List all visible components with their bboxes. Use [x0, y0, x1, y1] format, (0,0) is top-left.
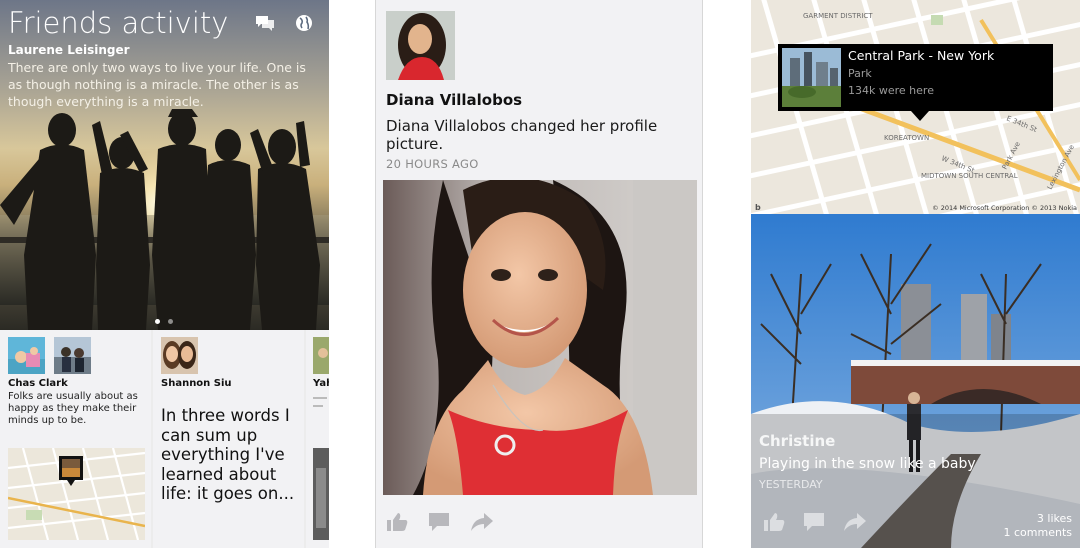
post-actions — [386, 512, 494, 532]
post-text: Diana Villalobos changed her profile pic… — [386, 117, 658, 153]
messages-icon[interactable] — [255, 14, 277, 34]
friend-status: In three words I can sum up everything I… — [161, 406, 295, 503]
comment-icon[interactable] — [428, 512, 450, 532]
checkin-panel: GARMENT DISTRICT KOREATOWN MIDTOWN SOUTH… — [751, 0, 1080, 548]
like-count[interactable]: 3 likes — [1037, 512, 1072, 525]
share-icon[interactable] — [843, 512, 867, 532]
post-text: Playing in the snow like a baby — [759, 456, 976, 472]
friend-name[interactable]: Chas Clark — [8, 378, 68, 389]
page-title: Friends activity — [8, 6, 229, 40]
photo-thumb — [313, 448, 329, 540]
post-actions — [763, 512, 867, 532]
carousel-dot[interactable] — [155, 319, 160, 324]
map-pin-icon[interactable] — [59, 456, 83, 486]
bing-logo: b — [755, 203, 761, 212]
post-author[interactable]: Christine — [759, 432, 835, 450]
place-category: Park — [848, 67, 872, 80]
map-view[interactable]: GARMENT DISTRICT KOREATOWN MIDTOWN SOUTH… — [751, 0, 1080, 214]
post-detail-panel: Diana Villalobos Diana Villalobos change… — [375, 0, 703, 548]
friend-photo-thumb — [54, 337, 91, 374]
post-author[interactable]: Diana Villalobos — [386, 91, 522, 109]
place-title[interactable]: Central Park - New York — [848, 48, 994, 63]
text-lines — [313, 397, 327, 407]
share-icon[interactable] — [470, 512, 494, 532]
map-label-garment-district: GARMENT DISTRICT — [803, 12, 873, 20]
place-checkins: 134k were here — [848, 84, 934, 97]
location-map-thumb[interactable] — [8, 448, 145, 540]
friend-tile[interactable]: Chas Clark Folks are usually about as ha… — [0, 330, 151, 548]
group-photo — [0, 109, 329, 330]
map-label-koreatown: KOREATOWN — [884, 134, 929, 142]
photo-post[interactable]: Christine Playing in the snow like a bab… — [751, 214, 1080, 548]
avatar[interactable] — [386, 11, 455, 80]
carousel-indicator[interactable] — [155, 309, 181, 328]
post-author[interactable]: Laurene Leisinger — [8, 43, 130, 57]
callout-pointer — [911, 111, 929, 121]
featured-post[interactable]: Friends activity Laurene Leisinger There… — [0, 0, 329, 330]
comment-count[interactable]: 1 comments — [1004, 526, 1073, 539]
like-icon[interactable] — [763, 512, 785, 532]
profile-picture[interactable] — [383, 180, 697, 495]
friend-photo-thumb — [313, 337, 329, 374]
friend-name[interactable]: Yah — [313, 378, 329, 389]
friend-name[interactable]: Shannon Siu — [161, 378, 232, 389]
friend-photo-thumb — [161, 337, 198, 374]
place-callout[interactable]: Central Park - New York Park 134k were h… — [778, 44, 1053, 111]
snow-photo — [751, 214, 1080, 548]
friend-tile[interactable]: Yah — [306, 330, 329, 548]
friend-photo-thumb — [8, 337, 45, 374]
like-icon[interactable] — [386, 512, 408, 532]
friend-tile[interactable]: Shannon Siu In three words I can sum up … — [153, 330, 304, 548]
comment-icon[interactable] — [803, 512, 825, 532]
post-text: There are only two ways to live your lif… — [8, 60, 306, 109]
globe-icon[interactable] — [295, 14, 317, 34]
post-timestamp: YESTERDAY — [759, 478, 823, 491]
carousel-dot[interactable] — [168, 319, 173, 324]
friends-activity-panel: Friends activity Laurene Leisinger There… — [0, 0, 329, 548]
place-photo-thumb — [782, 48, 841, 107]
map-copyright: © 2014 Microsoft Corporation © 2013 Noki… — [932, 204, 1077, 212]
friend-status: Folks are usually about as happy as they… — [8, 391, 138, 426]
post-timestamp: 20 HOURS AGO — [386, 157, 479, 171]
